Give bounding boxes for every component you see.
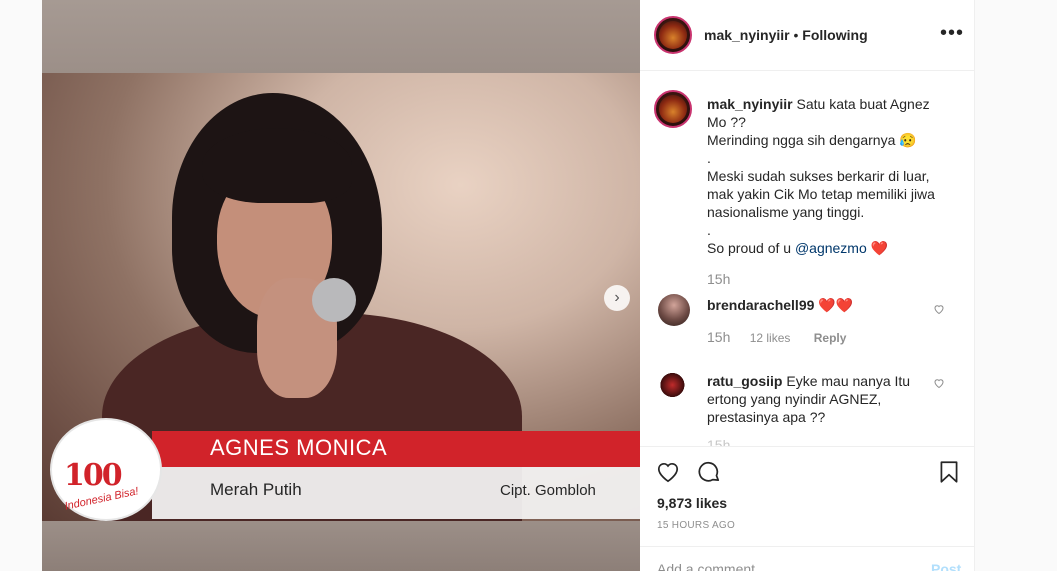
comment-meta: 15h 12 likes Reply (707, 329, 846, 345)
video-still: 100 Indonesia Bisa! AGNES MONICA Merah P… (42, 73, 640, 521)
post-side-panel: mak_nyinyiir • Following ••• mak_nyinyii… (640, 0, 975, 571)
comment-avatar[interactable] (658, 294, 690, 326)
comment-text: brendarachell99 ❤️❤️ (707, 296, 947, 314)
video-frame-bottom (42, 521, 640, 571)
comment-text: ratu_gosiip Eyke mau nanya Itu ertong ya… (707, 372, 947, 426)
video-frame-top (42, 0, 640, 73)
author-username[interactable]: mak_nyinyiir (704, 27, 790, 43)
caption-avatar-image (659, 95, 687, 123)
caption-line-4: . (707, 150, 711, 166)
comment-avatar[interactable] (658, 369, 690, 401)
caption-line-2: Mo ?? (707, 114, 746, 130)
comment-icon[interactable] (696, 459, 724, 487)
heart-emoji-icon: ❤️ (870, 240, 889, 256)
comment-time[interactable]: 15h (707, 329, 730, 345)
post-header: mak_nyinyiir • Following ••• (640, 0, 975, 71)
add-comment-input[interactable]: Add a comment… (657, 561, 769, 571)
caption-line-3: Merinding ngga sih dengarnya 😥 (707, 132, 917, 148)
comment-username[interactable]: brendarachell99 (707, 297, 814, 313)
caption-line-6: mak yakin Cik Mo tetap memiliki jiwa (707, 186, 935, 202)
overlay-credit: Cipt. Gombloh (500, 482, 596, 499)
header-user-line: mak_nyinyiir • Following (704, 27, 868, 43)
singer-bangs (202, 128, 352, 203)
post-timestamp: 15 HOURS AGO (657, 520, 736, 531)
author-avatar[interactable] (654, 16, 692, 54)
caption-line-9: So proud of u (707, 240, 795, 256)
reply-button[interactable]: Reply (814, 331, 847, 345)
microphone (312, 278, 356, 322)
caption-line-1: Satu kata buat Agnez (796, 96, 930, 112)
caption-username[interactable]: mak_nyinyiir (707, 96, 793, 112)
post-actions: 9,873 likes 15 HOURS AGO (640, 446, 975, 541)
post-media[interactable]: 100 Indonesia Bisa! AGNES MONICA Merah P… (42, 0, 640, 571)
instagram-post-page: 100 Indonesia Bisa! AGNES MONICA Merah P… (0, 0, 1057, 571)
comment-username[interactable]: ratu_gosiip (707, 373, 782, 389)
post-caption: mak_nyinyiir Satu kata buat Agnez Mo ?? … (707, 95, 952, 257)
add-comment-bar: Add a comment… Post (640, 546, 975, 571)
comment-likes[interactable]: 12 likes (750, 331, 791, 345)
author-avatar-image (659, 21, 687, 49)
next-arrow-icon[interactable]: › (604, 285, 630, 311)
caption-line-5: Meski sudah sukses berkarir di luar, (707, 168, 930, 184)
caption-avatar[interactable] (654, 90, 692, 128)
caption-time[interactable]: 15h (707, 271, 730, 287)
logo-number: 100 (64, 458, 123, 493)
page-margin (0, 0, 42, 571)
header-separator: • (793, 27, 799, 43)
save-icon[interactable] (936, 459, 964, 487)
mention-link[interactable]: @agnezmo (795, 240, 867, 256)
overlay-song-title: Merah Putih (210, 480, 302, 499)
comment-like-icon[interactable] (933, 377, 945, 392)
like-icon[interactable] (655, 459, 683, 487)
likes-count[interactable]: 9,873 likes (657, 495, 727, 511)
overlay-singer-name: AGNES MONICA (210, 435, 388, 460)
post-button[interactable]: Post (931, 561, 961, 571)
more-icon[interactable]: ••• (940, 22, 964, 45)
comments-section[interactable]: mak_nyinyiir Satu kata buat Agnez Mo ?? … (640, 71, 975, 446)
comment-body: ❤️❤️ (818, 297, 854, 313)
truncated-comment-time: 15h (707, 437, 731, 446)
following-button[interactable]: Following (802, 27, 867, 43)
comment-like-icon[interactable] (933, 303, 945, 318)
caption-line-8: . (707, 222, 711, 238)
caption-line-7: nasionalisme yang tinggi. (707, 204, 865, 220)
